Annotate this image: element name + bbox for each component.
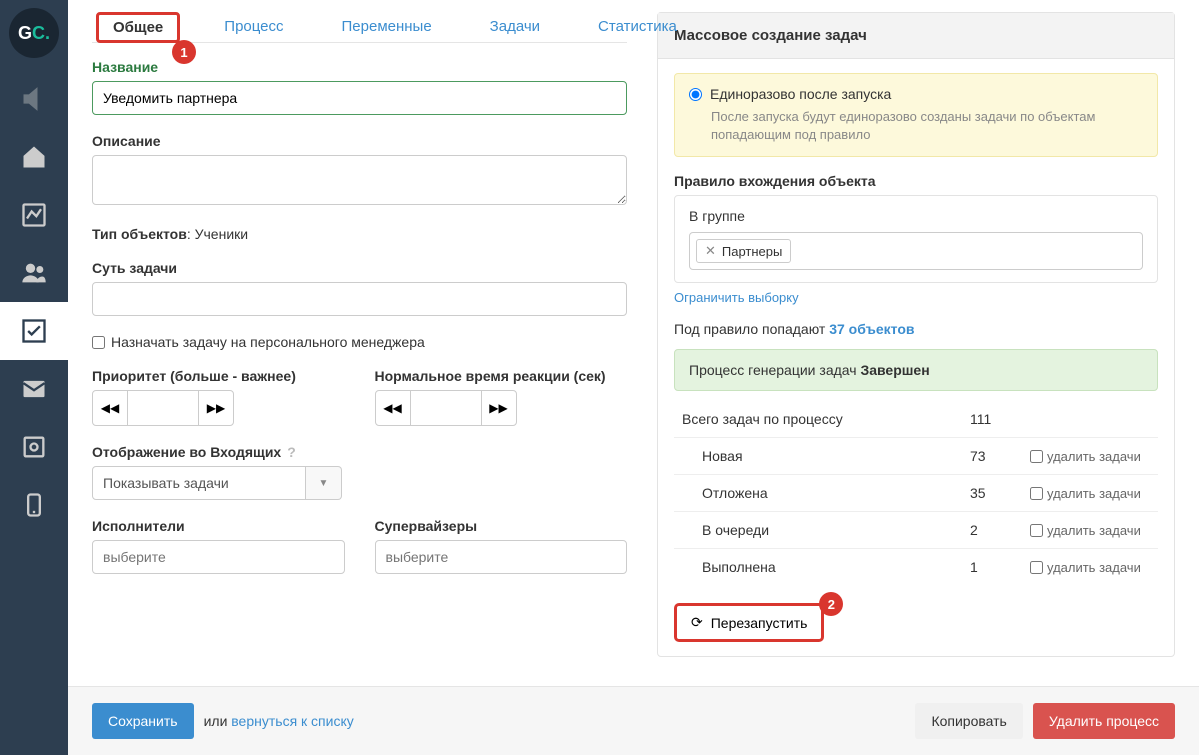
reaction-value[interactable] — [411, 390, 481, 426]
type-value: Ученики — [195, 226, 248, 242]
desc-input[interactable] — [92, 155, 627, 205]
table-row: Отложена 35 удалить задачи — [674, 475, 1158, 512]
assign-checkbox-label: Назначать задачу на персонального менедж… — [111, 334, 425, 350]
badge-2: 2 — [819, 592, 843, 616]
nav-tasks[interactable] — [0, 302, 68, 360]
essence-input[interactable] — [92, 282, 627, 316]
tag-remove-icon[interactable]: ✕ — [705, 243, 716, 259]
back-link[interactable]: вернуться к списку — [231, 713, 353, 729]
reaction-dec[interactable]: ◀◀ — [375, 390, 411, 426]
help-icon[interactable]: ? — [287, 444, 296, 460]
table-row: В очереди 2 удалить задачи — [674, 512, 1158, 549]
tabs: Общее Процесс Переменные Задачи Статисти… — [92, 12, 627, 43]
delete-button[interactable]: Удалить процесс — [1033, 703, 1175, 739]
delete-checkbox[interactable] — [1030, 487, 1043, 500]
tag-label: Партнеры — [722, 244, 782, 259]
supervisors-label: Супервайзеры — [375, 518, 628, 534]
reaction-stepper: ◀◀ ▶▶ — [375, 390, 628, 426]
tab-variables[interactable]: Переменные — [328, 12, 446, 42]
table-row: Новая 73 удалить задачи — [674, 438, 1158, 475]
copy-button[interactable]: Копировать — [915, 703, 1022, 739]
footer: Сохранить или вернуться к списку Копиров… — [68, 686, 1199, 755]
table-head: Всего задач по процессу 111 — [674, 401, 1158, 438]
mass-panel: Массовое создание задач Единоразово посл… — [657, 12, 1175, 657]
radio-box: Единоразово после запуска После запуска … — [674, 73, 1158, 157]
delete-checkbox[interactable] — [1030, 450, 1043, 463]
delete-checkbox[interactable] — [1030, 561, 1043, 574]
sidebar: GC. — [0, 0, 68, 755]
rule-group-label: В группе — [689, 208, 1143, 224]
refresh-icon: ⟳ — [691, 614, 703, 631]
name-label: Название — [92, 59, 627, 75]
reaction-inc[interactable]: ▶▶ — [481, 390, 517, 426]
name-input[interactable] — [92, 81, 627, 115]
tab-tasks[interactable]: Задачи — [476, 12, 554, 42]
nav-sound[interactable] — [0, 70, 68, 128]
assign-checkbox[interactable] — [92, 336, 105, 349]
essence-label: Суть задачи — [92, 260, 627, 276]
priority-dec[interactable]: ◀◀ — [92, 390, 128, 426]
table-head-count: 111 — [970, 411, 1030, 427]
match-count[interactable]: 37 объектов — [829, 321, 914, 337]
tag-partners: ✕ Партнеры — [696, 239, 791, 263]
priority-value[interactable] — [128, 390, 198, 426]
nav-safe[interactable] — [0, 418, 68, 476]
restart-button[interactable]: ⟳ Перезапустить 2 — [674, 603, 824, 642]
table-head-label: Всего задач по процессу — [682, 411, 970, 427]
rule-tag-input[interactable]: ✕ Партнеры — [689, 232, 1143, 270]
rule-title: Правило вхождения объекта — [674, 173, 1158, 189]
limit-link[interactable]: Ограничить выборку — [674, 290, 799, 305]
desc-label: Описание — [92, 133, 627, 149]
priority-stepper: ◀◀ ▶▶ — [92, 390, 345, 426]
once-radio[interactable] — [689, 88, 702, 101]
status-value: Завершен — [860, 362, 929, 378]
nav-home[interactable] — [0, 128, 68, 186]
priority-inc[interactable]: ▶▶ — [198, 390, 234, 426]
match-line: Под правило попадают 37 объектов — [674, 321, 1158, 337]
once-radio-desc: После запуска будут единоразово созданы … — [711, 108, 1143, 144]
table-row: Выполнена 1 удалить задачи — [674, 549, 1158, 585]
panel-title: Массовое создание задач — [658, 13, 1174, 59]
tab-stats[interactable]: Статистика — [584, 12, 691, 42]
chevron-down-icon[interactable]: ▼ — [306, 466, 342, 500]
status-box: Процесс генерации задач Завершен — [674, 349, 1158, 391]
main: Общее Процесс Переменные Задачи Статисти… — [68, 0, 1199, 755]
badge-1: 1 — [172, 40, 196, 64]
footer-or: или вернуться к списку — [204, 713, 354, 729]
inbox-select[interactable]: Показывать задачи — [92, 466, 306, 500]
restart-label: Перезапустить — [711, 615, 808, 631]
nav-mail[interactable] — [0, 360, 68, 418]
tab-general[interactable]: Общее — [96, 12, 180, 43]
once-radio-label: Единоразово после запуска — [710, 86, 891, 102]
supervisors-input[interactable] — [375, 540, 628, 574]
type-label: Тип объектов — [92, 226, 187, 242]
tab-process[interactable]: Процесс — [210, 12, 297, 42]
rule-box: В группе ✕ Партнеры — [674, 195, 1158, 283]
nav-chart[interactable] — [0, 186, 68, 244]
nav-users[interactable] — [0, 244, 68, 302]
inbox-label: Отображение во Входящих? — [92, 444, 342, 460]
delete-checkbox[interactable] — [1030, 524, 1043, 537]
priority-label: Приоритет (больше - важнее) — [92, 368, 345, 384]
nav-mobile[interactable] — [0, 476, 68, 534]
reaction-label: Нормальное время реакции (сек) — [375, 368, 628, 384]
type-row: Тип объектов: Ученики — [92, 226, 627, 242]
performers-label: Исполнители — [92, 518, 345, 534]
performers-input[interactable] — [92, 540, 345, 574]
logo: GC. — [9, 8, 59, 58]
save-button[interactable]: Сохранить — [92, 703, 194, 739]
